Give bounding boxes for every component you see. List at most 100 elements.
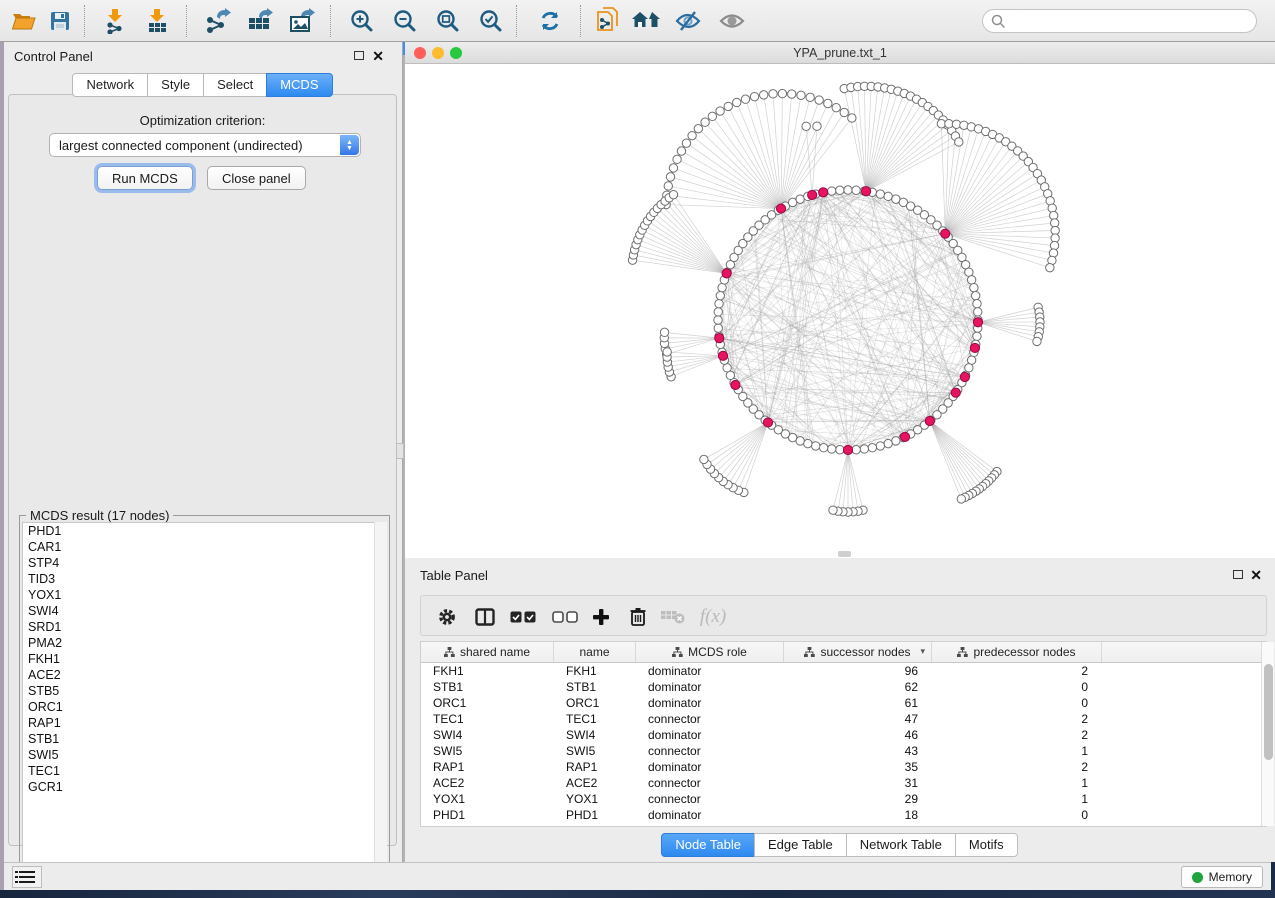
- memory-button[interactable]: Memory: [1181, 866, 1263, 888]
- table-settings-button[interactable]: [433, 603, 461, 630]
- result-node-item[interactable]: PMA2: [23, 635, 386, 651]
- result-node-item[interactable]: ACE2: [23, 667, 386, 683]
- result-node-item[interactable]: STB5: [23, 683, 386, 699]
- tab-motifs[interactable]: Motifs: [955, 833, 1018, 857]
- import-network-button[interactable]: [100, 6, 132, 36]
- network-graph[interactable]: [405, 64, 1275, 558]
- table-row[interactable]: ACE2ACE2connector311: [421, 775, 1266, 791]
- hide-visibility-button[interactable]: [672, 6, 704, 36]
- cell: ACE2: [421, 776, 554, 790]
- result-node-item[interactable]: TID3: [23, 571, 386, 587]
- column-header-MCDS-role[interactable]: MCDS role: [636, 642, 784, 662]
- float-panel-icon[interactable]: [354, 51, 364, 60]
- result-node-item[interactable]: SWI4: [23, 603, 386, 619]
- close-panel-icon[interactable]: ✕: [372, 51, 384, 61]
- zoom-fit-button[interactable]: [432, 6, 464, 36]
- deselect-all-button[interactable]: [549, 603, 581, 630]
- tab-network-table[interactable]: Network Table: [846, 833, 956, 857]
- home-button[interactable]: [630, 6, 662, 36]
- checked-boxes-icon: [510, 611, 536, 623]
- criterion-label: Optimization criterion:: [9, 113, 396, 128]
- result-node-item[interactable]: ORC1: [23, 699, 386, 715]
- export-table-icon: [247, 8, 273, 34]
- desktop-wallpaper-bottom: [0, 890, 1275, 898]
- result-node-item[interactable]: SRD1: [23, 619, 386, 635]
- open-network-file-button[interactable]: [592, 6, 624, 36]
- delete-row-button[interactable]: [624, 603, 652, 630]
- network-window-titlebar[interactable]: YPA_prune.txt_1: [405, 42, 1275, 64]
- houses-icon: [631, 11, 661, 31]
- table-scrollbar[interactable]: [1261, 642, 1274, 826]
- result-node-item[interactable]: FKH1: [23, 651, 386, 667]
- column-header-name[interactable]: name: [554, 642, 636, 662]
- zoom-selected-button[interactable]: [475, 6, 507, 36]
- close-table-panel-icon[interactable]: ✕: [1250, 570, 1262, 580]
- toolbar-separator: [580, 5, 581, 37]
- table-row[interactable]: RAP1RAP1dominator352: [421, 759, 1266, 775]
- table-row[interactable]: FKH1FKH1dominator962: [421, 663, 1266, 679]
- export-table-button[interactable]: [244, 6, 276, 36]
- zoom-selected-icon: [479, 9, 503, 33]
- network-view-canvas[interactable]: [405, 64, 1275, 558]
- result-node-item[interactable]: CAR1: [23, 539, 386, 555]
- cell: 62: [784, 680, 932, 694]
- save-session-button[interactable]: [44, 6, 76, 36]
- result-node-item[interactable]: GCR1: [23, 779, 386, 795]
- result-list-scrollbar[interactable]: [374, 522, 387, 878]
- delete-table-icon: [661, 610, 685, 624]
- cell: 1: [932, 744, 1102, 758]
- table-scrollbar-thumb[interactable]: [1264, 664, 1273, 760]
- table-row[interactable]: SWI4SWI4dominator462: [421, 727, 1266, 743]
- task-history-button[interactable]: [12, 866, 42, 888]
- table-row[interactable]: PHD1PHD1dominator180: [421, 807, 1266, 823]
- search-input[interactable]: [1006, 12, 1256, 30]
- tab-edge-table[interactable]: Edge Table: [754, 833, 847, 857]
- tab-node-table[interactable]: Node Table: [661, 833, 755, 857]
- run-mcds-button[interactable]: Run MCDS: [97, 166, 193, 190]
- result-node-item[interactable]: SWI5: [23, 747, 386, 763]
- float-table-panel-icon[interactable]: [1233, 570, 1243, 579]
- cell: 61: [784, 696, 932, 710]
- mcds-result-list[interactable]: PHD1CAR1STP4TID3YOX1SWI4SRD1PMA2FKH1ACE2…: [22, 522, 387, 878]
- zoom-in-button[interactable]: [346, 6, 378, 36]
- column-header-predecessor-nodes[interactable]: predecessor nodes: [932, 642, 1102, 662]
- column-sort-chevron-icon[interactable]: ▾: [920, 646, 925, 657]
- splitter-handle[interactable]: [396, 443, 404, 459]
- table-row[interactable]: STB1STB1dominator620: [421, 679, 1266, 695]
- export-network-button[interactable]: [202, 6, 234, 36]
- table-row[interactable]: YOX1YOX1connector291: [421, 791, 1266, 807]
- column-header-shared-name[interactable]: shared name: [421, 642, 554, 662]
- cell: FKH1: [554, 664, 636, 678]
- result-node-item[interactable]: STP4: [23, 555, 386, 571]
- dropdown-stepper-icon[interactable]: ▲▼: [340, 135, 359, 155]
- open-session-button[interactable]: [8, 6, 40, 36]
- result-node-item[interactable]: STB1: [23, 731, 386, 747]
- close-panel-button[interactable]: Close panel: [207, 166, 306, 190]
- table-row[interactable]: TEC1TEC1connector472: [421, 711, 1266, 727]
- delete-table-button[interactable]: [659, 603, 687, 630]
- export-image-button[interactable]: [286, 6, 318, 36]
- result-node-item[interactable]: RAP1: [23, 715, 386, 731]
- search-box[interactable]: [982, 9, 1257, 33]
- table-header-row: shared namenameMCDS rolesuccessor nodes▾…: [421, 642, 1266, 663]
- result-node-item[interactable]: PHD1: [23, 523, 386, 539]
- tab-style[interactable]: Style: [147, 73, 204, 97]
- result-node-item[interactable]: TEC1: [23, 763, 386, 779]
- show-columns-button[interactable]: [471, 603, 499, 630]
- table-row[interactable]: SWI5SWI5connector431: [421, 743, 1266, 759]
- result-node-item[interactable]: YOX1: [23, 587, 386, 603]
- import-table-button[interactable]: [142, 6, 174, 36]
- show-visibility-button[interactable]: [716, 6, 748, 36]
- table-row[interactable]: ORC1ORC1dominator610: [421, 695, 1266, 711]
- criterion-dropdown[interactable]: largest connected component (undirected)…: [49, 133, 361, 157]
- tab-mcds[interactable]: MCDS: [266, 73, 332, 97]
- zoom-out-button[interactable]: [389, 6, 421, 36]
- refresh-button[interactable]: [534, 6, 566, 36]
- add-row-button[interactable]: [587, 603, 615, 630]
- tab-select[interactable]: Select: [203, 73, 267, 97]
- select-all-button[interactable]: [507, 603, 539, 630]
- function-builder-button[interactable]: f(x): [693, 603, 733, 630]
- tab-network[interactable]: Network: [72, 73, 148, 97]
- column-header-successor-nodes[interactable]: successor nodes▾: [784, 642, 932, 662]
- network-hscroll-thumb[interactable]: [838, 551, 851, 557]
